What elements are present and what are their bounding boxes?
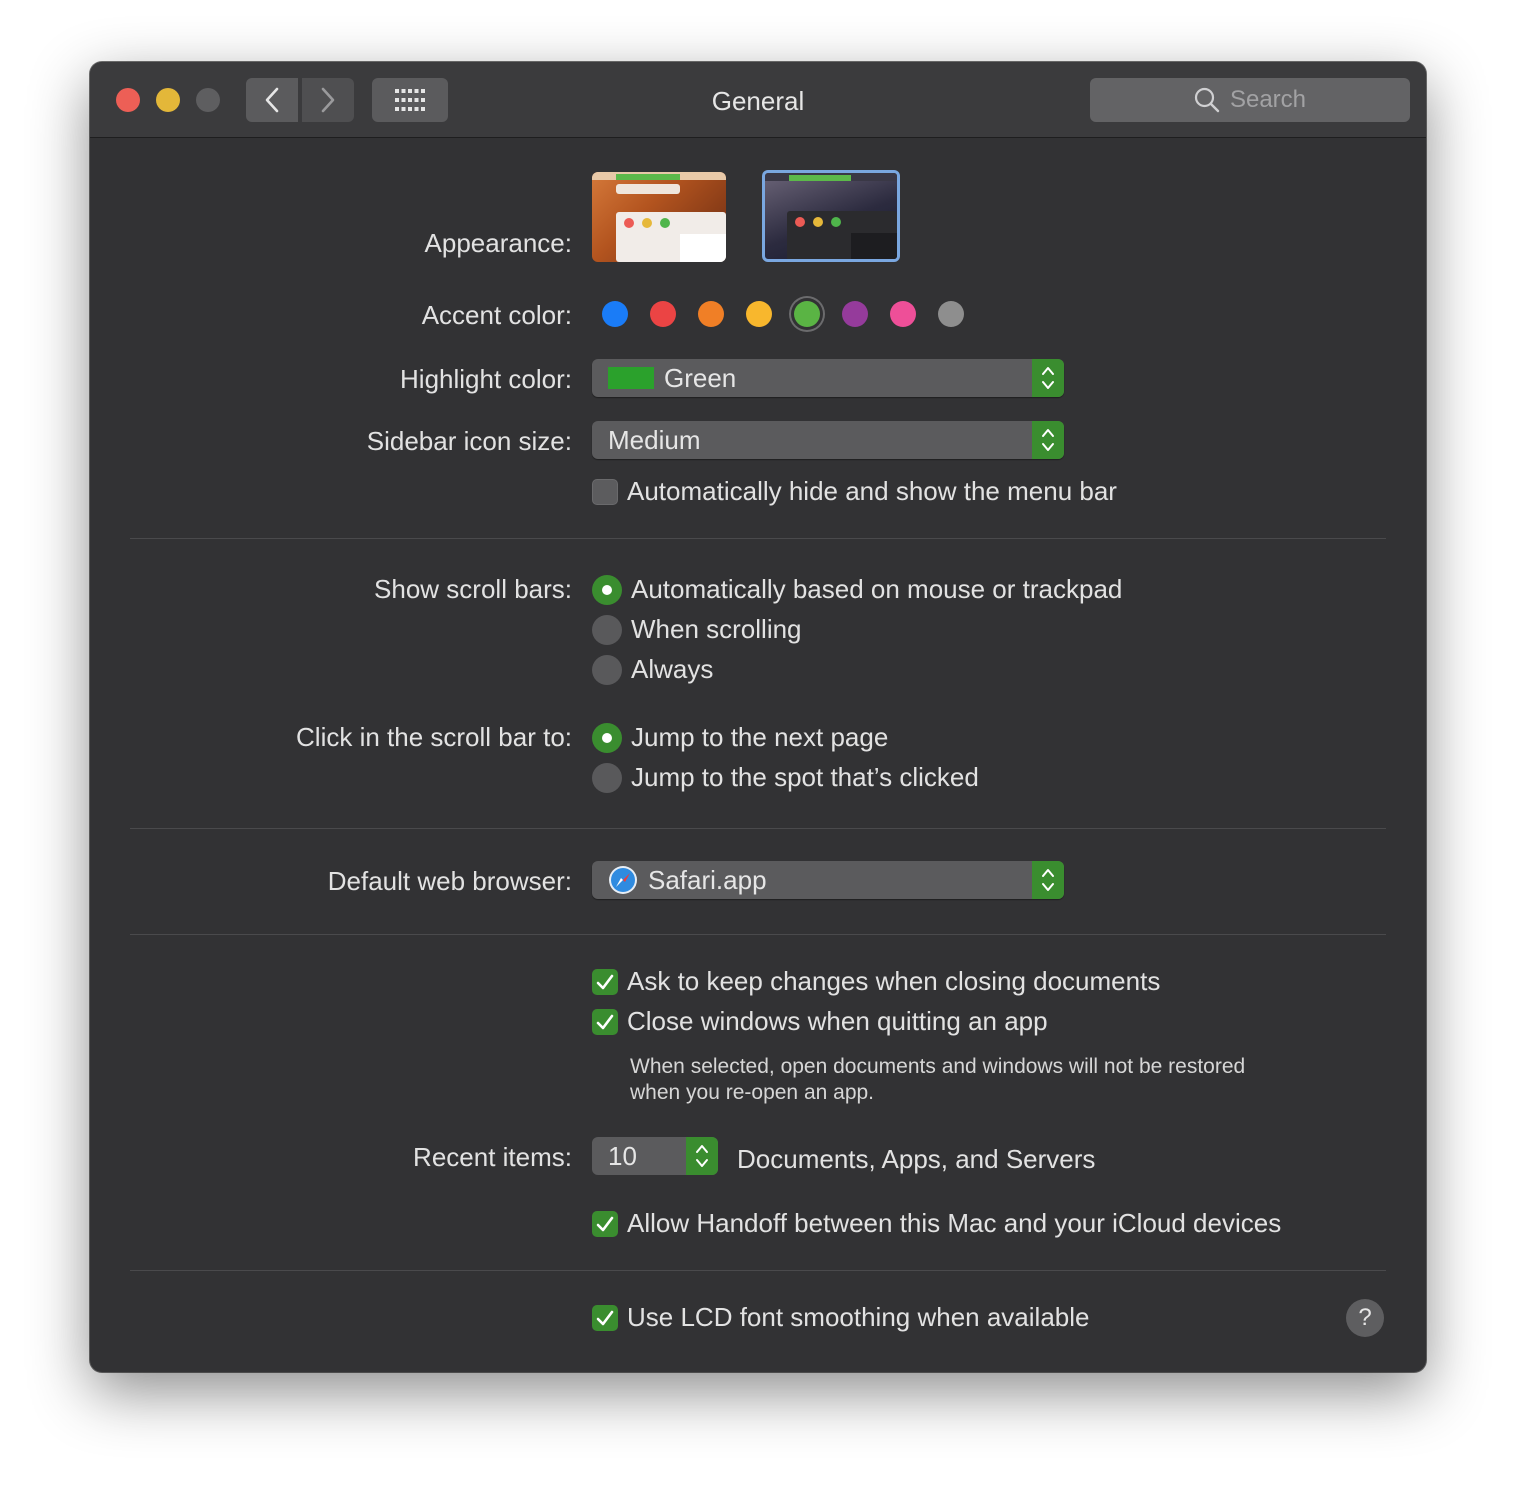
popup-arrows	[1032, 421, 1064, 459]
checkmark-icon	[596, 974, 614, 990]
accent-color-label: Accent color:	[421, 300, 572, 330]
separator	[130, 1270, 1386, 1271]
up-down-chevron-icon	[696, 1145, 708, 1167]
separator	[130, 538, 1386, 539]
checkmark-icon	[596, 1216, 614, 1232]
browser-popup[interactable]: Safari.app	[592, 861, 1064, 899]
minimize-button[interactable]	[156, 88, 180, 112]
up-down-chevron-icon	[1042, 367, 1054, 389]
close-windows-checkbox[interactable]	[592, 1009, 618, 1035]
highlight-color-value: Green	[664, 363, 737, 393]
thumb-dot-yellow	[813, 217, 823, 227]
forward-button[interactable]	[302, 78, 354, 122]
thumb-pane	[680, 234, 726, 262]
accent-swatch-red[interactable]	[650, 301, 676, 327]
close-button[interactable]	[116, 88, 140, 112]
help-button[interactable]: ?	[1346, 1299, 1384, 1337]
close-windows-note-line1: When selected, open documents and window…	[630, 1055, 1246, 1078]
sidebar-icon-size-label: Sidebar icon size:	[366, 426, 572, 456]
scroll-click-option-next-page: Jump to the next page	[631, 722, 889, 752]
scroll-click-option-spot: Jump to the spot that’s clicked	[631, 762, 979, 792]
preferences-window: General Search Appearance: Accent color:	[90, 62, 1426, 1372]
thumb-dot-green	[831, 217, 841, 227]
accent-swatch-pink[interactable]	[890, 301, 916, 327]
grid-icon	[395, 89, 425, 111]
thumb-window-back	[616, 184, 680, 194]
popup-arrows	[686, 1137, 718, 1175]
zoom-button[interactable]	[196, 88, 220, 112]
safari-icon	[609, 866, 637, 894]
handoff-label: Allow Handoff between this Mac and your …	[627, 1208, 1282, 1238]
thumb-window	[616, 212, 726, 262]
title-bar: General Search	[90, 62, 1426, 138]
checkmark-icon	[596, 1310, 614, 1326]
thumb-window	[787, 211, 897, 259]
accent-swatch-green[interactable]	[794, 301, 820, 327]
scroll-bars-radio-when-scrolling[interactable]	[592, 615, 622, 645]
accent-swatch-orange[interactable]	[698, 301, 724, 327]
scroll-click-radio-next-page[interactable]	[592, 723, 622, 753]
scroll-click-radio-spot[interactable]	[592, 763, 622, 793]
sidebar-icon-size-popup[interactable]: Medium	[592, 421, 1064, 459]
search-placeholder: Search	[1229, 86, 1307, 113]
lcd-smoothing-label: Use LCD font smoothing when available	[627, 1302, 1090, 1332]
scroll-bars-option-always: Always	[631, 654, 714, 684]
ask-keep-changes-label: Ask to keep changes when closing documen…	[627, 966, 1161, 996]
separator	[130, 828, 1386, 829]
accent-swatch-purple[interactable]	[842, 301, 868, 327]
search-field[interactable]: Search	[1090, 78, 1410, 122]
thumb-accent-bar	[616, 174, 680, 180]
recent-items-label: Recent items:	[413, 1142, 572, 1172]
thumb-pane	[851, 233, 897, 259]
sidebar-icon-size-value: Medium	[608, 425, 701, 455]
thumb-dot-red	[624, 218, 634, 228]
up-down-chevron-icon	[1042, 869, 1054, 891]
scroll-bars-option-automatic: Automatically based on mouse or trackpad	[631, 574, 1123, 604]
show-all-button[interactable]	[372, 78, 448, 122]
browser-value: Safari.app	[648, 865, 767, 895]
menu-bar-checkbox-label: Automatically hide and show the menu bar	[627, 476, 1117, 506]
highlight-color-label: Highlight color:	[400, 364, 572, 394]
chevron-right-icon	[321, 87, 335, 113]
recent-items-suffix: Documents, Apps, and Servers	[737, 1144, 1096, 1174]
accent-swatch-graphite[interactable]	[938, 301, 964, 327]
recent-items-value: 10	[608, 1141, 637, 1171]
browser-label: Default web browser:	[327, 866, 572, 896]
scroll-click-label: Click in the scroll bar to:	[296, 722, 572, 752]
highlight-color-swatch	[608, 367, 654, 389]
checkmark-icon	[596, 1014, 614, 1030]
scroll-bars-label: Show scroll bars:	[374, 574, 572, 604]
accent-swatch-blue[interactable]	[602, 301, 628, 327]
thumb-dot-red	[795, 217, 805, 227]
thumb-dot-green	[660, 218, 670, 228]
appearance-light-option[interactable]	[592, 172, 726, 262]
scroll-bars-option-when-scrolling: When scrolling	[631, 614, 802, 644]
ask-keep-changes-checkbox[interactable]	[592, 969, 618, 995]
separator	[130, 934, 1386, 935]
close-windows-label: Close windows when quitting an app	[627, 1006, 1048, 1036]
accent-swatch-yellow[interactable]	[746, 301, 772, 327]
popup-arrows	[1032, 861, 1064, 899]
close-windows-note-line2: when you re-open an app.	[630, 1081, 875, 1104]
handoff-checkbox[interactable]	[592, 1211, 618, 1237]
popup-arrows	[1032, 359, 1064, 397]
appearance-label: Appearance:	[424, 228, 572, 258]
lcd-smoothing-checkbox[interactable]	[592, 1305, 618, 1331]
up-down-chevron-icon	[1042, 429, 1054, 451]
chevron-left-icon	[265, 87, 279, 113]
recent-items-popup[interactable]: 10	[592, 1137, 718, 1175]
back-button[interactable]	[246, 78, 298, 122]
appearance-dark-option[interactable]	[762, 170, 900, 262]
thumb-dot-yellow	[642, 218, 652, 228]
search-icon	[1194, 87, 1220, 113]
highlight-color-popup[interactable]: Green	[592, 359, 1064, 397]
scroll-bars-radio-always[interactable]	[592, 655, 622, 685]
menu-bar-checkbox[interactable]	[592, 479, 618, 505]
scroll-bars-radio-automatic[interactable]	[592, 575, 622, 605]
thumb-accent-bar	[789, 175, 851, 181]
